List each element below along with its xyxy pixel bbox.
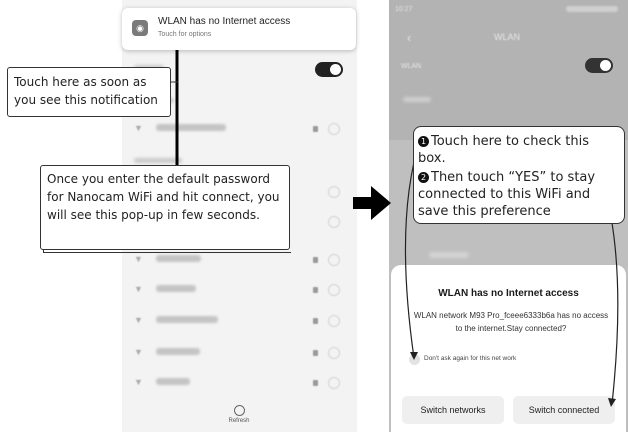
wifi-network-row[interactable]: ▼ (134, 347, 344, 363)
lock-icon (313, 380, 318, 386)
network-name (156, 348, 200, 355)
details-arrow-icon[interactable] (328, 347, 340, 359)
dialog-title: WLAN has no Internet access (438, 288, 579, 299)
notification-tip-text: Touch here as soon as you see this notif… (14, 75, 158, 107)
wifi-network-row[interactable]: ▼ (134, 315, 344, 331)
popup-tip-callout: Once you enter the default password for … (40, 165, 291, 253)
details-arrow-icon[interactable] (328, 186, 340, 198)
dialog-message: WLAN network M93 Pro_fceee6333b6a has no… (413, 311, 609, 333)
no-internet-dialog: WLAN has no Internet access WLAN network… (391, 265, 626, 432)
wifi-network-row[interactable]: ▼ (134, 254, 344, 270)
wlan-label: WLAN (401, 63, 422, 70)
step-two-icon: 2 (418, 172, 429, 183)
popup-tip-text: Once you enter the default password for … (47, 172, 280, 222)
wifi-network-row[interactable]: ▼ (134, 377, 344, 393)
wlan-toggle[interactable] (315, 62, 343, 77)
wifi-signal-icon: ▼ (134, 347, 143, 357)
refresh-label: Refresh (228, 418, 250, 424)
notification-banner[interactable]: ◉ WLAN has no Internet access Touch for … (122, 8, 356, 50)
switch-networks-button[interactable]: Switch networks (402, 396, 504, 424)
checkbox-tip-callout: 1 Touch here to check this box. 2 Then tou… (413, 126, 625, 224)
blurred-section-header (403, 97, 431, 102)
wifi-signal-icon: ▼ (134, 123, 143, 133)
lock-icon (313, 257, 318, 263)
lock-icon (313, 350, 318, 356)
globe-icon: ◉ (132, 20, 148, 36)
callout-shadow (43, 249, 291, 253)
lock-icon (313, 287, 318, 293)
status-bar-icons (566, 6, 618, 12)
status-bar-time: 10:27 (395, 6, 413, 13)
network-name (156, 255, 201, 262)
details-arrow-icon[interactable] (328, 216, 340, 228)
next-step-arrow-icon (353, 186, 391, 220)
notification-tip-callout: Touch here as soon as you see this notif… (7, 67, 171, 117)
network-name (156, 378, 190, 385)
network-name (156, 124, 226, 131)
network-name (156, 285, 196, 292)
wifi-signal-icon: ▼ (134, 315, 143, 325)
tip-step-2: 2 Then touch “YES” to stay connected to t… (418, 169, 619, 220)
blurred-section-header (134, 158, 182, 163)
wifi-signal-icon: ▼ (134, 377, 143, 387)
blurred-network-name (429, 252, 469, 258)
network-name (156, 316, 218, 323)
tip-step-1-text: Touch here to check this box. (418, 134, 589, 166)
dont-ask-again-label[interactable]: Don't ask again for this net work (424, 355, 516, 362)
details-arrow-icon[interactable] (328, 377, 340, 389)
switch-connected-button[interactable]: Switch connected (513, 396, 615, 424)
wifi-signal-icon: ▼ (134, 254, 143, 264)
details-arrow-icon[interactable] (328, 284, 340, 296)
details-arrow-icon[interactable] (328, 123, 340, 135)
tip-step-2-text: Then touch “YES” to stay connected to th… (418, 170, 596, 219)
page-title: WLAN (494, 32, 521, 42)
notification-subtitle: Touch for options (158, 31, 212, 38)
notification-title: WLAN has no Internet access (158, 16, 291, 27)
details-arrow-icon[interactable] (328, 315, 340, 327)
wifi-network-row[interactable]: ▼ (134, 284, 344, 300)
refresh-icon (233, 405, 245, 416)
details-arrow-icon[interactable] (328, 254, 340, 266)
wifi-network-row[interactable]: ▼ (134, 123, 344, 139)
refresh-button[interactable]: Refresh (225, 405, 253, 424)
wifi-signal-icon: ▼ (134, 284, 143, 294)
dont-ask-again-checkbox[interactable] (409, 354, 420, 365)
back-icon[interactable]: ‹ (407, 30, 411, 45)
tip-step-1: 1 Touch here to check this box. (418, 133, 619, 167)
lock-icon (313, 318, 318, 324)
wlan-toggle[interactable] (585, 58, 613, 73)
lock-icon (313, 126, 318, 132)
step-one-icon: 1 (418, 136, 429, 147)
